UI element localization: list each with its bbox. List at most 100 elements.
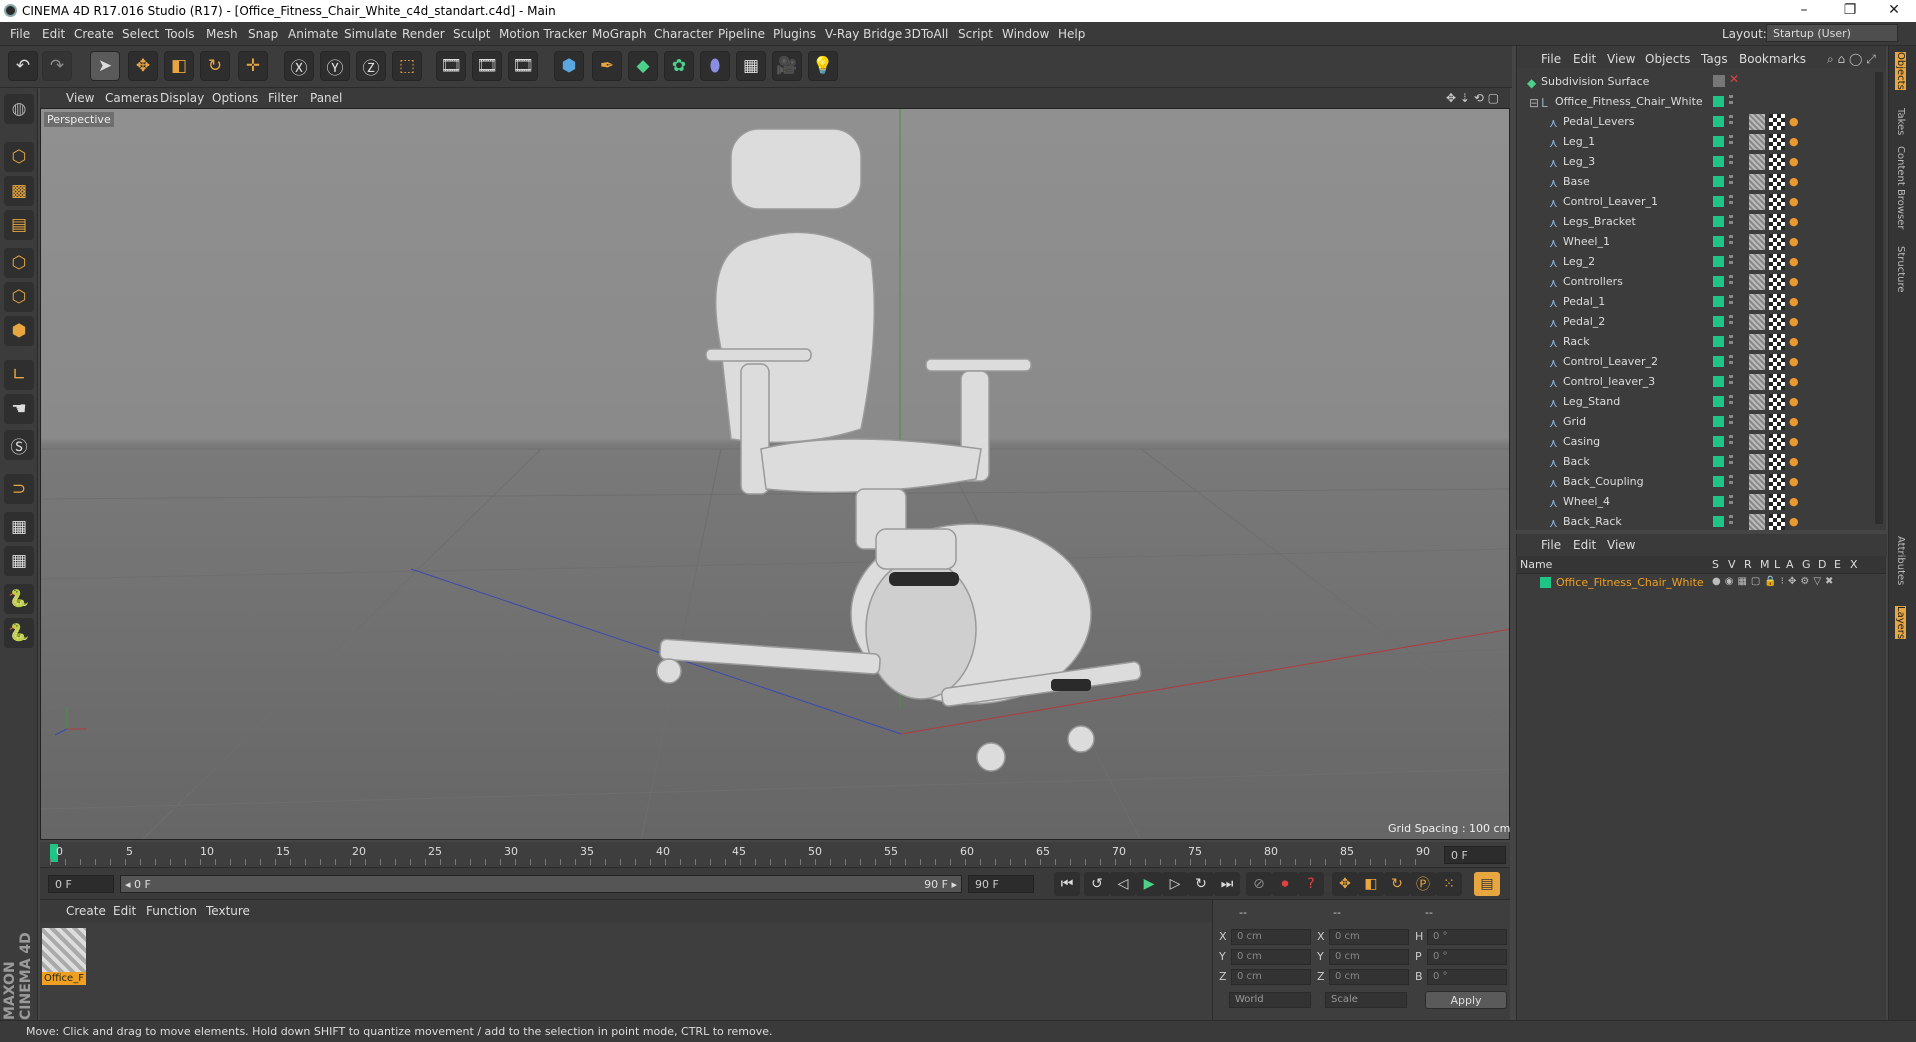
layers-menu-file[interactable]: File [1541, 538, 1561, 552]
visibility-dots-icon[interactable] [1729, 135, 1733, 149]
menu-mesh[interactable]: Mesh [206, 27, 238, 41]
edges-mode-icon[interactable]: ⬡ [4, 282, 34, 312]
visibility-dots-icon[interactable] [1729, 375, 1733, 389]
key-position-icon[interactable]: ✥ [1332, 872, 1358, 896]
uvw-tag-icon[interactable] [1769, 394, 1785, 410]
polygons-mode-icon[interactable]: ⬢ [4, 316, 34, 346]
uvw-tag-icon[interactable] [1769, 374, 1785, 390]
layer-flags-icon[interactable]: ●◉▦▢🔒⁝✥⚙▽✖ [1712, 576, 1837, 587]
texture-tag-icon[interactable] [1749, 314, 1765, 330]
viewport-menu-view[interactable]: View [66, 91, 94, 105]
menu-character[interactable]: Character [654, 27, 713, 41]
visibility-dots-icon[interactable] [1729, 155, 1733, 169]
z-axis-icon[interactable]: Ⓩ [356, 51, 386, 81]
redo-icon[interactable]: ↷ [42, 51, 72, 81]
object-row[interactable]: ⋏ Pedal_Levers ● [1517, 112, 1886, 132]
menu-select[interactable]: Select [122, 27, 159, 41]
make-editable-icon[interactable]: ◍ [4, 94, 34, 124]
uvw-tag-icon[interactable] [1769, 154, 1785, 170]
material-tag-icon[interactable]: ● [1789, 515, 1803, 529]
texture-tag-icon[interactable] [1749, 134, 1765, 150]
material-tag-icon[interactable]: ● [1789, 435, 1803, 449]
uvw-tag-icon[interactable] [1769, 274, 1785, 290]
live-selection-icon[interactable]: ➤ [90, 51, 120, 81]
menu-pipeline[interactable]: Pipeline [718, 27, 765, 41]
enable-toggle-icon[interactable] [1713, 75, 1725, 87]
material-tag-icon[interactable]: ● [1789, 395, 1803, 409]
visibility-dots-icon[interactable] [1729, 175, 1733, 189]
material-tag-icon[interactable]: ● [1789, 155, 1803, 169]
visibility-dots-icon[interactable] [1729, 515, 1733, 529]
uvw-tag-icon[interactable] [1769, 174, 1785, 190]
perspective-viewport[interactable] [40, 108, 1510, 840]
menu-window[interactable]: Window [1002, 27, 1049, 41]
texture-tag-icon[interactable] [1749, 294, 1765, 310]
menu-tools[interactable]: Tools [165, 27, 195, 41]
rot-b-field[interactable]: 0 ° [1427, 969, 1507, 985]
keyframe-selection-icon[interactable]: ? [1298, 872, 1324, 896]
object-row[interactable]: ⋏ Leg_1 ● [1517, 132, 1886, 152]
object-row[interactable]: ⋏ Wheel_1 ● [1517, 232, 1886, 252]
object-row[interactable]: ⋏ Leg_Stand ● [1517, 392, 1886, 412]
key-parameter-icon[interactable]: Ⓟ [1410, 872, 1436, 896]
texture-tag-icon[interactable] [1749, 354, 1765, 370]
layout-select[interactable]: Startup (User) [1766, 24, 1898, 42]
texture-tag-icon[interactable] [1749, 334, 1765, 350]
next-key-icon[interactable]: ↻ [1188, 872, 1214, 896]
col-xref[interactable]: X [1850, 558, 1858, 571]
uvw-tag-icon[interactable] [1769, 254, 1785, 270]
magnet-icon[interactable]: ⊃ [4, 474, 34, 504]
go-to-end-icon[interactable]: ⏭ [1214, 872, 1240, 896]
visibility-dots-icon[interactable] [1729, 395, 1733, 409]
close-button[interactable]: ✕ [1874, 2, 1914, 18]
material-menu-edit[interactable]: Edit [113, 904, 136, 918]
current-frame-field[interactable]: 0 F [1444, 846, 1506, 864]
visibility-dots-icon[interactable] [1729, 315, 1733, 329]
recent-tool-icon[interactable]: ✛ [238, 51, 268, 81]
render-picture-viewer-icon[interactable]: 🎞 [472, 51, 502, 81]
object-row[interactable]: ⋏ Leg_3 ● [1517, 152, 1886, 172]
objects-menu-tags[interactable]: Tags [1701, 52, 1728, 66]
uvw-tag-icon[interactable] [1769, 354, 1785, 370]
menu-file[interactable]: File [10, 27, 30, 41]
start-frame-field[interactable]: 0 F [48, 875, 114, 893]
material-tag-icon[interactable]: ● [1789, 295, 1803, 309]
uvw-tag-icon[interactable] [1769, 454, 1785, 470]
material-tag-icon[interactable]: ● [1789, 355, 1803, 369]
coordinate-system-icon[interactable]: ⬚ [392, 51, 422, 81]
autokey-icon[interactable]: ⏺ [1272, 872, 1298, 896]
pos-x-field[interactable]: 0 cm [1231, 929, 1311, 945]
texture-tag-icon[interactable] [1749, 474, 1765, 490]
viewport-nav-icon[interactable]: ✥ ⇣ ⟲ ▢ [1446, 91, 1499, 105]
material-tag-icon[interactable]: ● [1789, 215, 1803, 229]
floor-icon[interactable]: ▦ [736, 51, 766, 81]
light-icon[interactable]: 💡 [808, 51, 838, 81]
coord-system-select[interactable]: World [1229, 992, 1311, 1008]
col-animation[interactable]: A [1786, 558, 1794, 571]
visibility-dots-icon[interactable] [1729, 255, 1733, 269]
texture-tag-icon[interactable] [1749, 434, 1765, 450]
menu-plugins[interactable]: Plugins [773, 27, 816, 41]
menu-motion-tracker[interactable]: Motion Tracker [499, 27, 587, 41]
size-x-field[interactable]: 0 cm [1329, 929, 1409, 945]
material-tag-icon[interactable]: ● [1789, 235, 1803, 249]
visibility-dots-icon[interactable] [1729, 235, 1733, 249]
object-row[interactable]: ⋏ Base ● [1517, 172, 1886, 192]
object-row[interactable]: ⋏ Casing ● [1517, 432, 1886, 452]
object-row[interactable]: ⋏ Rack ● [1517, 332, 1886, 352]
col-solo[interactable]: S [1712, 558, 1719, 571]
material-tag-icon[interactable]: ● [1789, 375, 1803, 389]
material-tag-icon[interactable]: ● [1789, 415, 1803, 429]
object-row[interactable]: ⋏ Pedal_2 ● [1517, 312, 1886, 332]
object-row[interactable]: ⋏ Back_Rack ● [1517, 512, 1886, 530]
render-view-icon[interactable]: 🎞 [436, 51, 466, 81]
next-frame-icon[interactable]: ▷ [1162, 872, 1188, 896]
uvw-tag-icon[interactable] [1769, 134, 1785, 150]
material-tag-icon[interactable]: ● [1789, 195, 1803, 209]
visibility-dots-icon[interactable] [1729, 435, 1733, 449]
uvw-tag-icon[interactable] [1769, 474, 1785, 490]
menu-sculpt[interactable]: Sculpt [453, 27, 490, 41]
texture-tag-icon[interactable] [1749, 254, 1765, 270]
uvw-tag-icon[interactable] [1769, 214, 1785, 230]
model-mode-icon[interactable]: ⬡ [4, 142, 34, 172]
